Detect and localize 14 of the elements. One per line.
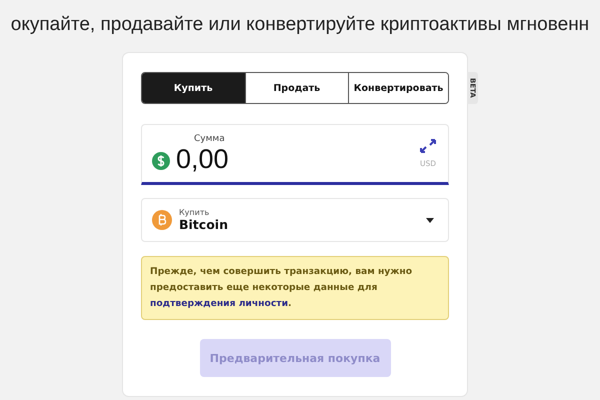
tab[interactable]: Купить [142,73,244,103]
amount-value: 0,00 [176,144,230,174]
caret-icon [426,218,434,222]
verification-notice: Прежде, чем совершить транзакцию, вам нужно предоставить еще некоторые данные для подтверждения личности. [141,256,449,320]
asset-select[interactable]: Купить Bitcoin [141,198,449,242]
tab[interactable]: Конвертировать [348,73,448,103]
asset-label: Купить [179,208,210,217]
verification-link[interactable]: подтверждения личности [150,298,288,309]
asset-value: Bitcoin [179,217,229,232]
dollar-icon [152,152,170,170]
headline: окупайте, продавайте или конвертируйте криптоактивы мгновенн [10,13,590,37]
swap-icon[interactable] [420,139,436,153]
amount-label: Сумма [194,134,226,144]
bitcoin-icon [152,210,172,230]
